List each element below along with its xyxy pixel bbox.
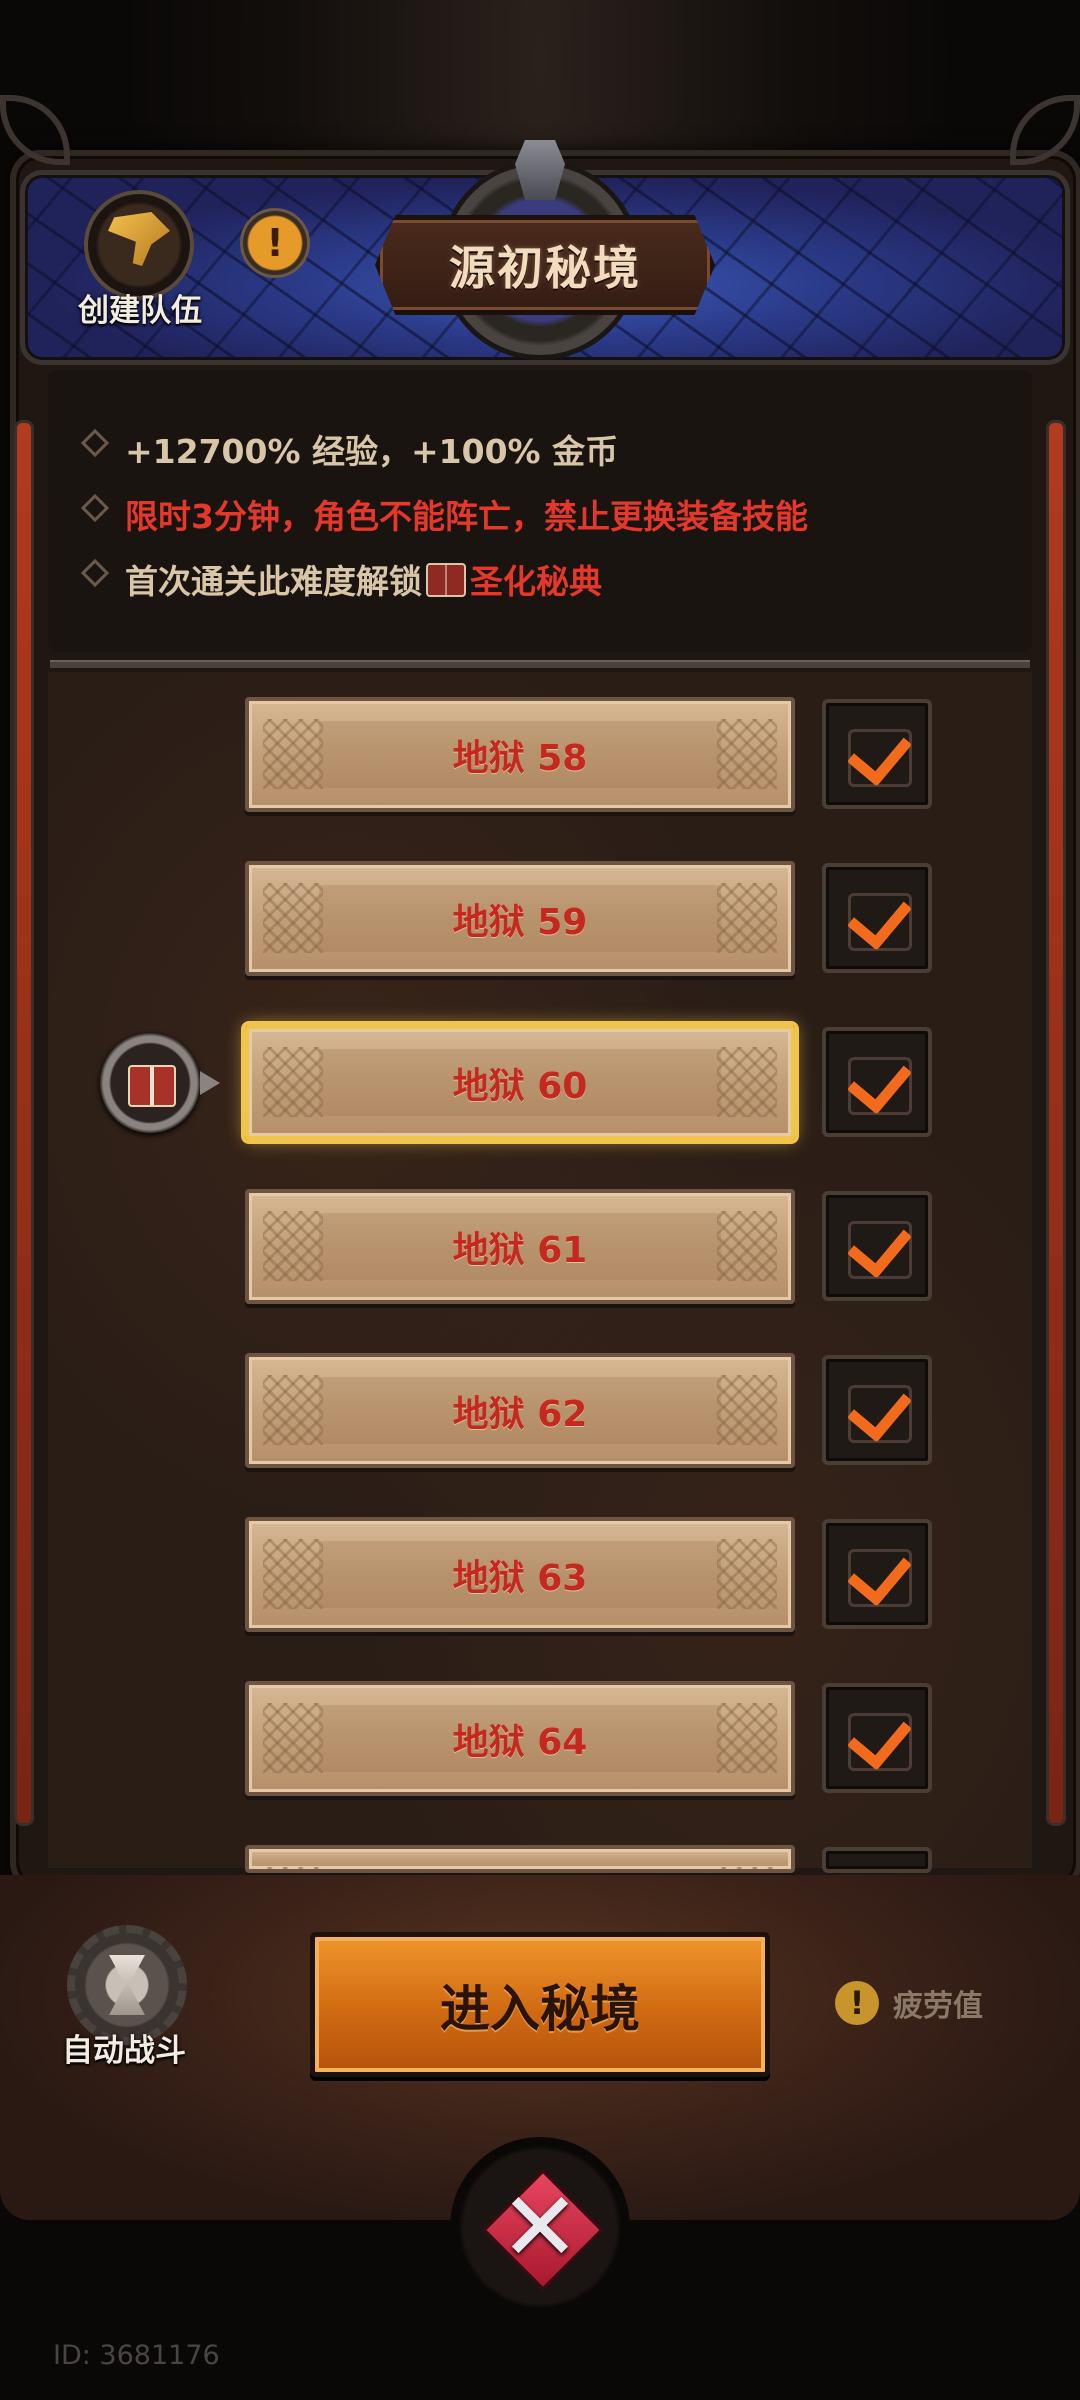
difficulty-option[interactable]: 地狱 58 <box>245 697 795 812</box>
exclamation-icon: ! <box>835 1981 879 2025</box>
info-line-rules: 限时3分钟，角色不能阵亡，禁止更换装备技能 <box>80 490 808 538</box>
enter-dungeon-label: 进入秘境 <box>440 1979 640 2038</box>
right-side-bar <box>1046 420 1066 1826</box>
completed-check <box>822 699 932 809</box>
completed-check <box>822 1191 932 1301</box>
difficulty-option-selected[interactable]: 地狱 60 <box>245 1025 795 1140</box>
difficulty-option[interactable]: 地狱 61 <box>245 1189 795 1304</box>
completed-check <box>822 1519 932 1629</box>
info-line-reward: +12700% 经验，+100% 金币 <box>80 425 619 473</box>
create-team-label: 创建队伍 <box>78 293 202 329</box>
unlock-reward-marker <box>100 1033 220 1133</box>
difficulty-label: 地狱 60 <box>452 1065 588 1107</box>
info-exclamation-icon[interactable]: ! <box>240 208 310 278</box>
difficulty-label: 地狱 58 <box>452 737 588 779</box>
skull-icon <box>515 140 565 200</box>
info-text: +12700% 经验，+100% 金币 <box>125 432 619 471</box>
page-title-plate: 源初秘境 <box>375 215 715 315</box>
enter-dungeon-button[interactable]: 进入秘境 <box>310 1932 770 2077</box>
info-text: 限时3分钟，角色不能阵亡，禁止更换装备技能 <box>125 497 808 536</box>
auto-battle-label: 自动战斗 <box>62 2033 186 2069</box>
book-icon <box>128 1065 176 1107</box>
fatigue-label: 疲劳值 <box>893 1989 983 2024</box>
info-line-unlock: 首次通关此难度解锁 圣化秘典 <box>80 555 602 603</box>
difficulty-option[interactable]: 地狱 59 <box>245 861 795 976</box>
fatigue-indicator[interactable]: ! 疲劳值 <box>835 1978 983 2028</box>
difficulty-label: 地狱 59 <box>452 901 588 943</box>
difficulty-option[interactable]: 地狱 63 <box>245 1517 795 1632</box>
left-side-bar <box>14 420 34 1826</box>
completed-check <box>822 1027 932 1137</box>
info-text: 首次通关此难度解锁 <box>125 562 422 601</box>
difficulty-option[interactable]: 地狱 62 <box>245 1353 795 1468</box>
difficulty-option[interactable]: 地狱 64 <box>245 1681 795 1796</box>
completed-check <box>822 1683 932 1793</box>
difficulty-label: 地狱 64 <box>452 1721 588 1763</box>
difficulty-label: 地狱 63 <box>452 1557 588 1599</box>
completed-check <box>822 1355 932 1465</box>
book-icon <box>426 563 466 597</box>
player-id: ID: 3681176 <box>53 2340 220 2371</box>
completed-check <box>822 863 932 973</box>
reward-name: 圣化秘典 <box>470 562 602 601</box>
divider <box>50 660 1030 668</box>
close-button[interactable]: ✕ <box>450 2137 630 2317</box>
difficulty-label: 地狱 61 <box>452 1229 588 1271</box>
completed-check-partial <box>822 1847 932 1873</box>
difficulty-label: 地狱 62 <box>452 1393 588 1435</box>
difficulty-option-partial[interactable] <box>245 1845 795 1873</box>
close-icon: ✕ <box>499 2171 581 2283</box>
page-title: 源初秘境 <box>449 241 641 295</box>
